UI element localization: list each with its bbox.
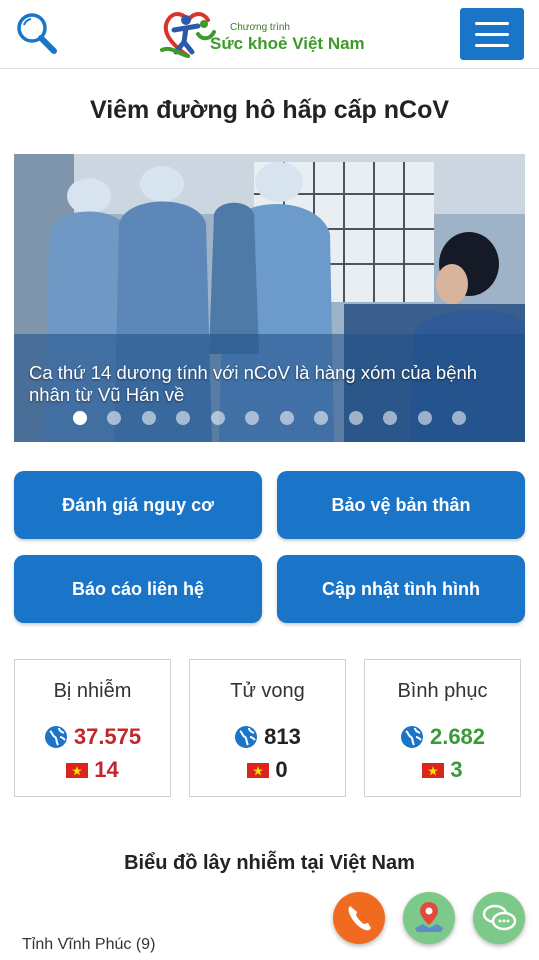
situation-update-button[interactable]: Cập nhật tình hình [277, 555, 525, 623]
province-label: Tỉnh Vĩnh Phúc (9) [22, 936, 156, 953]
news-caption[interactable]: Ca thứ 14 dương tính với nCoV là hàng xó… [29, 362, 509, 406]
slider-dot[interactable] [141, 411, 156, 425]
infected-vietnam-count: 14 [94, 757, 119, 782]
contact-report-button[interactable]: Báo cáo liên hệ [14, 555, 262, 623]
self-protection-button[interactable]: Bảo vệ bản thân [277, 471, 525, 539]
vietnam-flag-icon [422, 762, 445, 778]
recovered-card: Bình phục 2.682 3 [364, 659, 521, 797]
header: Chương trình Sức khoẻ Việt Nam [0, 0, 539, 69]
deaths-vietnam-count: 0 [275, 757, 288, 782]
slider-dot[interactable] [452, 411, 467, 425]
recovered-vietnam-count: 3 [450, 757, 463, 782]
deaths-label: Tử vong [230, 680, 305, 702]
slider-dot[interactable] [417, 411, 432, 425]
globe-icon [235, 726, 258, 748]
logo[interactable]: Chương trình Sức khoẻ Việt Nam [158, 6, 380, 62]
globe-icon [400, 726, 423, 748]
slider-dot[interactable] [210, 411, 225, 425]
chat-icon[interactable] [473, 892, 525, 944]
deaths-world-count: 813 [264, 724, 301, 749]
slider-dot[interactable] [383, 411, 398, 425]
logo-title: Sức khoẻ Việt Nam [210, 34, 365, 53]
deaths-card: Tử vong 813 0 [189, 659, 346, 797]
slider-dot[interactable] [176, 411, 191, 425]
infected-label: Bị nhiễm [53, 680, 132, 702]
slider-dot[interactable] [348, 411, 363, 425]
phone-icon[interactable] [333, 892, 385, 944]
vietnam-flag-icon [66, 762, 89, 778]
infected-world-row: 37.575 [15, 724, 170, 750]
logo-subtitle: Chương trình [230, 22, 290, 33]
slider-dot[interactable] [314, 411, 329, 425]
hamburger-menu-icon[interactable] [460, 8, 524, 60]
infected-card: Bị nhiễm 37.575 14 [14, 659, 171, 797]
slider-dot[interactable] [72, 411, 87, 425]
slider-dot[interactable] [245, 411, 260, 425]
chart-title: Biểu đồ lây nhiễm tại Việt Nam [124, 852, 415, 874]
vietnam-flag-icon [247, 762, 270, 778]
slider-dots [14, 411, 525, 425]
logo-icon [160, 12, 216, 58]
recovered-world-count: 2.682 [429, 724, 486, 749]
infected-world-count: 37.575 [73, 724, 142, 749]
deaths-vietnam-row: 0 [190, 757, 345, 783]
recovered-label: Bình phục [397, 680, 488, 702]
recovered-vietnam-row: 3 [365, 757, 520, 783]
globe-icon [44, 726, 67, 748]
search-icon[interactable] [14, 10, 60, 56]
recovered-world-row: 2.682 [365, 724, 520, 750]
slider-dot[interactable] [107, 411, 122, 425]
slider-dot[interactable] [279, 411, 294, 425]
news-slider[interactable]: Ca thứ 14 dương tính với nCoV là hàng xó… [14, 154, 525, 442]
risk-assessment-button[interactable]: Đánh giá nguy cơ [14, 471, 262, 539]
page-title: Viêm đường hô hấp cấp nCoV [89, 96, 450, 124]
map-icon[interactable] [403, 892, 455, 944]
infected-vietnam-row: 14 [15, 757, 170, 783]
deaths-world-row: 813 [190, 724, 345, 750]
